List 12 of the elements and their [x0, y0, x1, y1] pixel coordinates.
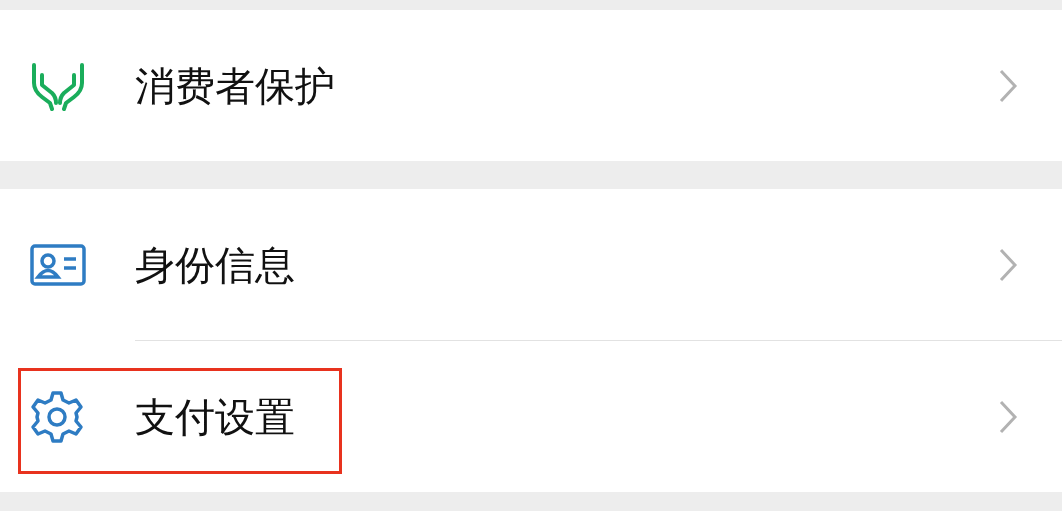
menu-item[interactable]: 支付设置: [0, 341, 1062, 492]
id-card-icon: [30, 243, 86, 286]
chevron-icon: [998, 246, 1018, 283]
hands-icon: [30, 60, 86, 111]
menu-item[interactable]: 消费者保护: [0, 10, 1062, 161]
menu-label: 消费者保护: [135, 61, 336, 111]
chevron-icon: [998, 67, 1018, 104]
menu-label: 身份信息: [135, 240, 296, 290]
settings-icon: [30, 389, 84, 444]
chevron-icon: [998, 398, 1018, 435]
menu-item[interactable]: 身份信息: [0, 189, 1062, 340]
menu-label: 支付设置: [135, 392, 296, 442]
